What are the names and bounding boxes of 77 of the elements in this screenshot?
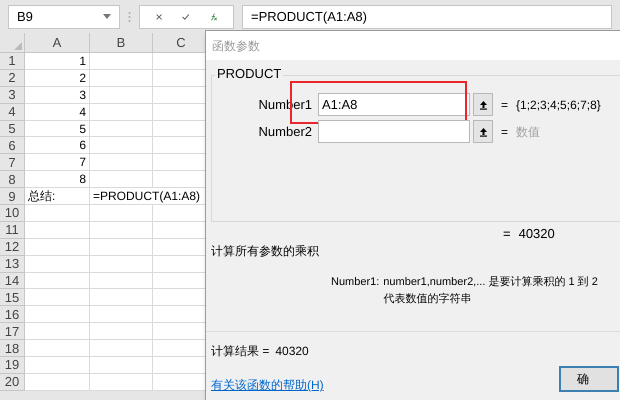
- collapse-icon: [478, 100, 488, 110]
- function-icon[interactable]: [210, 10, 217, 22]
- row-header[interactable]: 8: [0, 171, 25, 188]
- row-header[interactable]: 16: [0, 306, 25, 324]
- row-header[interactable]: 3: [0, 86, 25, 104]
- table-cell: [25, 357, 90, 374]
- dropdown-caret-icon: [103, 14, 111, 19]
- table-cell: [25, 289, 90, 306]
- row-header[interactable]: 11: [0, 222, 25, 239]
- table-cell: [90, 104, 153, 121]
- table-cell: [90, 256, 153, 273]
- argument-field[interactable]: [318, 120, 470, 143]
- table-cell: [25, 256, 90, 273]
- equals-sign: =: [501, 124, 508, 140]
- argument-help-text: number1,number2,... 是要计算乘积的 1 到 2: [383, 275, 598, 290]
- table-cell: [25, 306, 90, 324]
- ok-button[interactable]: 确: [559, 366, 619, 392]
- table-cell: 6: [25, 137, 90, 154]
- name-box[interactable]: B9: [8, 4, 120, 28]
- argument-label: Number2: [258, 122, 313, 141]
- table-cell: 7: [25, 154, 90, 172]
- row-header[interactable]: 13: [0, 256, 25, 273]
- table-cell: [25, 374, 90, 391]
- table-cell: [25, 340, 90, 358]
- row-header[interactable]: 18: [0, 340, 25, 358]
- function-name: PRODUCT: [215, 67, 284, 80]
- formula-field[interactable]: =PRODUCT(A1:A8): [242, 4, 612, 28]
- column-header[interactable]: B: [90, 33, 153, 52]
- equals-sign: =: [503, 224, 511, 243]
- help-link[interactable]: 有关该函数的帮助(H): [211, 376, 324, 394]
- argument-field[interactable]: A1:A8: [318, 93, 470, 116]
- row-header[interactable]: 10: [0, 205, 25, 222]
- table-cell: [25, 222, 90, 239]
- equals-sign: =: [501, 96, 508, 114]
- table-cell: [25, 323, 90, 340]
- table-cell: 2: [25, 70, 90, 87]
- row-header[interactable]: 14: [0, 272, 25, 290]
- row-header[interactable]: 19: [0, 357, 25, 374]
- collapse-icon: [478, 126, 488, 136]
- table-cell: 4: [25, 104, 90, 121]
- function-description: 计算所有参数的乘积: [211, 243, 320, 260]
- table-cell: 8: [25, 171, 90, 188]
- row-header[interactable]: 15: [0, 289, 25, 306]
- collapse-button[interactable]: [473, 93, 493, 116]
- table-cell: [25, 238, 90, 256]
- table-cell: 5: [25, 120, 90, 138]
- formula-result: 40320: [518, 224, 555, 243]
- table-cell: 总结:: [25, 188, 90, 206]
- check-icon[interactable]: [182, 12, 190, 22]
- table-cell: 1: [25, 53, 90, 70]
- corner-triangle-icon: [14, 42, 22, 50]
- table-cell: [25, 272, 90, 290]
- argument-result: {1;2;3;4;5;6;7;8}: [516, 96, 601, 114]
- row-header[interactable]: 1: [0, 53, 25, 70]
- row-header[interactable]: 7: [0, 154, 25, 172]
- row-header[interactable]: 5: [0, 120, 25, 138]
- grip-icon: [128, 10, 131, 22]
- argument-help-label: Number1:: [331, 275, 380, 290]
- calc-result-value: 40320: [275, 343, 309, 360]
- cancel-icon[interactable]: [156, 12, 162, 22]
- row-header[interactable]: 20: [0, 374, 25, 391]
- table-cell: 3: [25, 86, 90, 104]
- dialog-title: 函数参数: [212, 38, 260, 54]
- table-cell: [90, 272, 153, 290]
- column-header[interactable]: A: [25, 33, 90, 52]
- table-cell: [25, 205, 90, 222]
- row-header[interactable]: 4: [0, 104, 25, 121]
- row-header[interactable]: 9: [0, 188, 25, 206]
- row-header[interactable]: 12: [0, 238, 25, 256]
- row-header[interactable]: 17: [0, 323, 25, 340]
- argument-result: 数值: [516, 124, 540, 140]
- collapse-button[interactable]: [473, 120, 493, 143]
- argument-help-text: 代表数值的字符串: [383, 292, 472, 306]
- row-header[interactable]: 6: [0, 137, 25, 154]
- table-cell: [90, 120, 153, 138]
- row-header[interactable]: 2: [0, 70, 25, 87]
- calc-result-label: 计算结果 =: [211, 343, 270, 360]
